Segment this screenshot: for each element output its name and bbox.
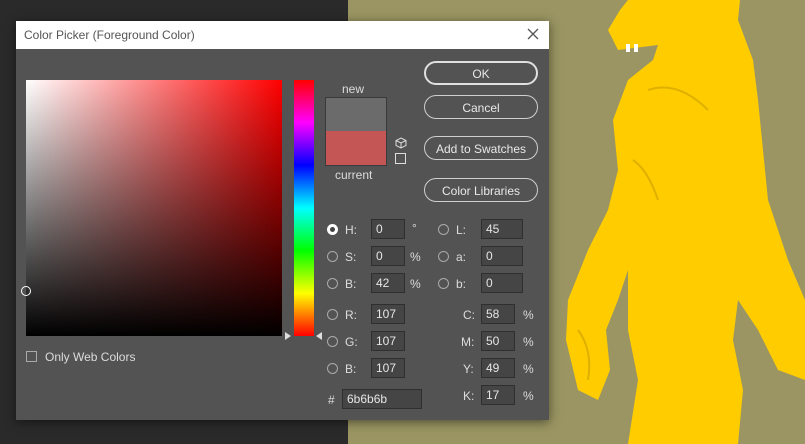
blue-input[interactable]: 107 bbox=[371, 358, 405, 378]
black-label: K: bbox=[463, 389, 475, 403]
add-to-swatches-button[interactable]: Add to Swatches bbox=[424, 136, 538, 160]
lightness-input[interactable]: 45 bbox=[481, 219, 523, 239]
dialog-title: Color Picker (Foreground Color) bbox=[24, 28, 195, 42]
blue-label: B: bbox=[345, 362, 357, 376]
b-channel-input[interactable]: 0 bbox=[481, 273, 523, 293]
red-input[interactable]: 107 bbox=[371, 304, 405, 324]
radio-lightness[interactable] bbox=[438, 224, 449, 235]
b-channel-label: b: bbox=[456, 277, 467, 291]
a-channel-input[interactable]: 0 bbox=[481, 246, 523, 266]
red-label: R: bbox=[345, 308, 357, 322]
brightness-input[interactable]: 42 bbox=[371, 273, 405, 293]
cyan-unit: % bbox=[523, 308, 534, 322]
radio-green[interactable] bbox=[327, 336, 338, 347]
cyan-input[interactable]: 58 bbox=[481, 304, 515, 324]
radio-hue[interactable] bbox=[327, 224, 338, 235]
artwork-figure bbox=[566, 0, 805, 444]
new-color-label: new bbox=[342, 82, 365, 96]
web-safe-swatch-icon[interactable] bbox=[395, 153, 406, 164]
hue-input[interactable]: 0 bbox=[371, 219, 405, 239]
hex-label: # bbox=[328, 393, 335, 407]
green-label: G: bbox=[345, 335, 358, 349]
yellow-unit: % bbox=[523, 362, 534, 376]
out-of-gamut-cube-icon[interactable] bbox=[395, 137, 407, 149]
black-input[interactable]: 17 bbox=[481, 385, 515, 405]
brightness-unit: % bbox=[410, 277, 421, 291]
saturation-unit: % bbox=[410, 250, 421, 264]
color-libraries-button[interactable]: Color Libraries bbox=[424, 178, 538, 202]
brightness-label: B: bbox=[345, 277, 357, 291]
only-web-colors-label: Only Web Colors bbox=[45, 350, 136, 364]
only-web-colors-checkbox[interactable] bbox=[26, 351, 37, 362]
cancel-button[interactable]: Cancel bbox=[424, 95, 538, 119]
radio-saturation[interactable] bbox=[327, 251, 338, 262]
yellow-label: Y: bbox=[463, 362, 474, 376]
close-icon[interactable] bbox=[525, 26, 541, 42]
hex-input[interactable]: 6b6b6b bbox=[342, 389, 422, 409]
dialog-titlebar: Color Picker (Foreground Color) bbox=[16, 21, 549, 49]
radio-red[interactable] bbox=[327, 309, 338, 320]
saturation-brightness-field[interactable] bbox=[21, 80, 282, 336]
yellow-input[interactable]: 49 bbox=[481, 358, 515, 378]
radio-b-channel[interactable] bbox=[438, 278, 449, 289]
hue-unit: ° bbox=[412, 221, 417, 235]
color-field-marker[interactable] bbox=[21, 286, 31, 296]
hue-label: H: bbox=[345, 223, 357, 237]
black-unit: % bbox=[523, 389, 534, 403]
radio-a-channel[interactable] bbox=[438, 251, 449, 262]
magenta-label: M: bbox=[461, 335, 475, 349]
ok-button[interactable]: OK bbox=[424, 61, 538, 85]
new-color-swatch bbox=[325, 97, 387, 132]
hue-slider-handle-left[interactable] bbox=[285, 332, 291, 340]
hue-slider[interactable] bbox=[294, 80, 314, 336]
radio-blue[interactable] bbox=[327, 363, 338, 374]
lightness-label: L: bbox=[456, 223, 467, 237]
magenta-unit: % bbox=[523, 335, 534, 349]
a-channel-label: a: bbox=[456, 250, 467, 264]
current-color-swatch[interactable] bbox=[325, 131, 387, 166]
cyan-label: C: bbox=[463, 308, 475, 322]
magenta-input[interactable]: 50 bbox=[481, 331, 515, 351]
color-picker-dialog: Color Picker (Foreground Color) new curr… bbox=[16, 21, 549, 420]
current-color-label: current bbox=[335, 168, 373, 182]
saturation-input[interactable]: 0 bbox=[371, 246, 405, 266]
green-input[interactable]: 107 bbox=[371, 331, 405, 351]
radio-brightness[interactable] bbox=[327, 278, 338, 289]
hue-slider-handle-right[interactable] bbox=[316, 332, 322, 340]
saturation-label: S: bbox=[345, 250, 357, 264]
